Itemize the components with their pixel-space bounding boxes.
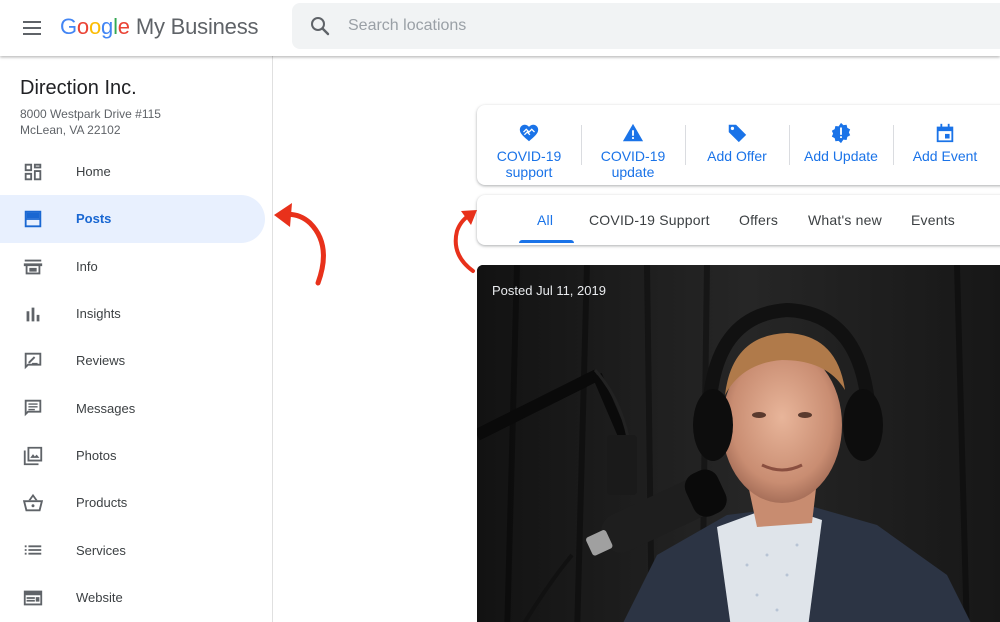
tab-whats-new[interactable]: What's new xyxy=(808,195,882,245)
tab-events[interactable]: Events xyxy=(911,195,955,245)
sidebar-item-products[interactable]: Products xyxy=(0,479,265,526)
logo-letter: e xyxy=(117,14,130,39)
dashboard-icon xyxy=(24,163,42,181)
address-line-1: 8000 Westpark Drive #115 xyxy=(20,107,161,121)
heart-hands-icon xyxy=(519,124,539,142)
business-name: Direction Inc. xyxy=(20,77,137,99)
hamburger-menu-icon[interactable] xyxy=(20,16,44,40)
annotation-arrow-icon xyxy=(453,210,477,273)
sidebar-item-label: Reviews xyxy=(76,353,126,369)
covid-support-button[interactable]: COVID-19 support xyxy=(477,105,581,185)
sidebar-item-label: Insights xyxy=(76,306,121,322)
sidebar-item-label: Home xyxy=(76,164,111,180)
sidebar-item-label: Products xyxy=(76,495,128,511)
sidebar-item-info[interactable]: Info xyxy=(0,243,265,290)
sidebar-item-home[interactable]: Home xyxy=(0,148,265,195)
sidebar-item-label: Photos xyxy=(76,447,117,463)
list-icon xyxy=(24,545,42,555)
covid-update-button[interactable]: COVID-19 update xyxy=(581,105,685,185)
sidebar: Direction Inc. 8000 Westpark Drive #115 … xyxy=(0,56,273,622)
search-bar[interactable] xyxy=(292,3,1000,49)
photo-library-icon xyxy=(23,446,43,465)
action-label: Add Update xyxy=(789,148,893,164)
message-icon xyxy=(24,400,42,417)
sidebar-item-label: Info xyxy=(76,258,98,274)
search-input[interactable] xyxy=(348,11,948,41)
sidebar-item-label: Services xyxy=(76,542,126,558)
logo-letter: G xyxy=(60,14,77,39)
sidebar-nav: Home Posts Info Insights Reviews Message… xyxy=(0,148,273,621)
sidebar-item-messages[interactable]: Messages xyxy=(0,384,265,431)
sidebar-item-posts[interactable]: Posts xyxy=(0,195,265,243)
action-label: Add Event xyxy=(893,148,997,164)
shopping-basket-icon xyxy=(22,493,44,512)
web-icon xyxy=(23,590,43,606)
announcement-badge-icon xyxy=(831,122,851,144)
action-label: COVID-19 support xyxy=(477,148,581,180)
action-label-line1: Add Event xyxy=(912,148,978,164)
action-label-line2: support xyxy=(505,164,553,180)
logo-letter: o xyxy=(76,14,89,39)
action-label-line1: Add Offer xyxy=(707,148,767,164)
sidebar-item-website[interactable]: Website xyxy=(0,574,265,621)
logo-letter: o xyxy=(88,14,102,39)
warning-icon xyxy=(622,123,644,142)
top-app-bar: Google My Business xyxy=(0,0,1000,56)
post-filter-tabs: All COVID-19 Support Offers What's new E… xyxy=(477,195,1000,245)
search-icon[interactable] xyxy=(308,14,332,38)
man-with-headphones-at-microphone-photo xyxy=(477,265,1000,622)
post-date: Posted Jul 11, 2019 xyxy=(492,283,606,298)
active-tab-indicator xyxy=(519,240,574,243)
rate-review-icon xyxy=(24,352,42,370)
sidebar-item-label: Website xyxy=(76,589,123,605)
action-label-line1: COVID-19 xyxy=(496,148,562,164)
bar-chart-icon xyxy=(26,307,40,322)
posts-icon xyxy=(24,211,42,228)
address-line-2: McLean, VA 22102 xyxy=(20,123,121,137)
storefront-icon xyxy=(23,259,43,274)
sidebar-item-label: Messages xyxy=(76,400,136,416)
tab-covid-support[interactable]: COVID-19 Support xyxy=(589,195,710,245)
add-event-button[interactable]: Add Event xyxy=(893,105,997,185)
sidebar-item-photos[interactable]: Photos xyxy=(0,432,265,479)
product-name: My Business xyxy=(135,14,259,39)
google-my-business-logo[interactable]: Google My Business xyxy=(60,13,259,41)
annotation-arrow-icon xyxy=(274,203,326,286)
action-label-line1: Add Update xyxy=(804,148,878,164)
business-address: 8000 Westpark Drive #115 McLean, VA 2210… xyxy=(20,106,161,138)
action-label: Add Offer xyxy=(685,148,789,164)
add-update-button[interactable]: Add Update xyxy=(789,105,893,185)
logo-letter: g xyxy=(101,14,114,39)
tag-icon xyxy=(727,124,747,143)
post-card[interactable]: Posted Jul 11, 2019 xyxy=(477,265,1000,622)
sidebar-item-insights[interactable]: Insights xyxy=(0,290,265,337)
sidebar-item-reviews[interactable]: Reviews xyxy=(0,337,265,384)
action-label-line2: update xyxy=(611,164,655,180)
tab-offers[interactable]: Offers xyxy=(739,195,778,245)
sidebar-item-services[interactable]: Services xyxy=(0,526,265,573)
calendar-event-icon xyxy=(936,123,954,143)
action-label: COVID-19 update xyxy=(581,148,685,180)
add-offer-button[interactable]: Add Offer xyxy=(685,105,789,185)
tab-all[interactable]: All xyxy=(537,195,553,245)
create-post-actions: COVID-19 support COVID-19 update Add Off… xyxy=(477,105,1000,185)
action-label-line1: COVID-19 xyxy=(600,148,666,164)
sidebar-item-label: Posts xyxy=(76,211,112,227)
